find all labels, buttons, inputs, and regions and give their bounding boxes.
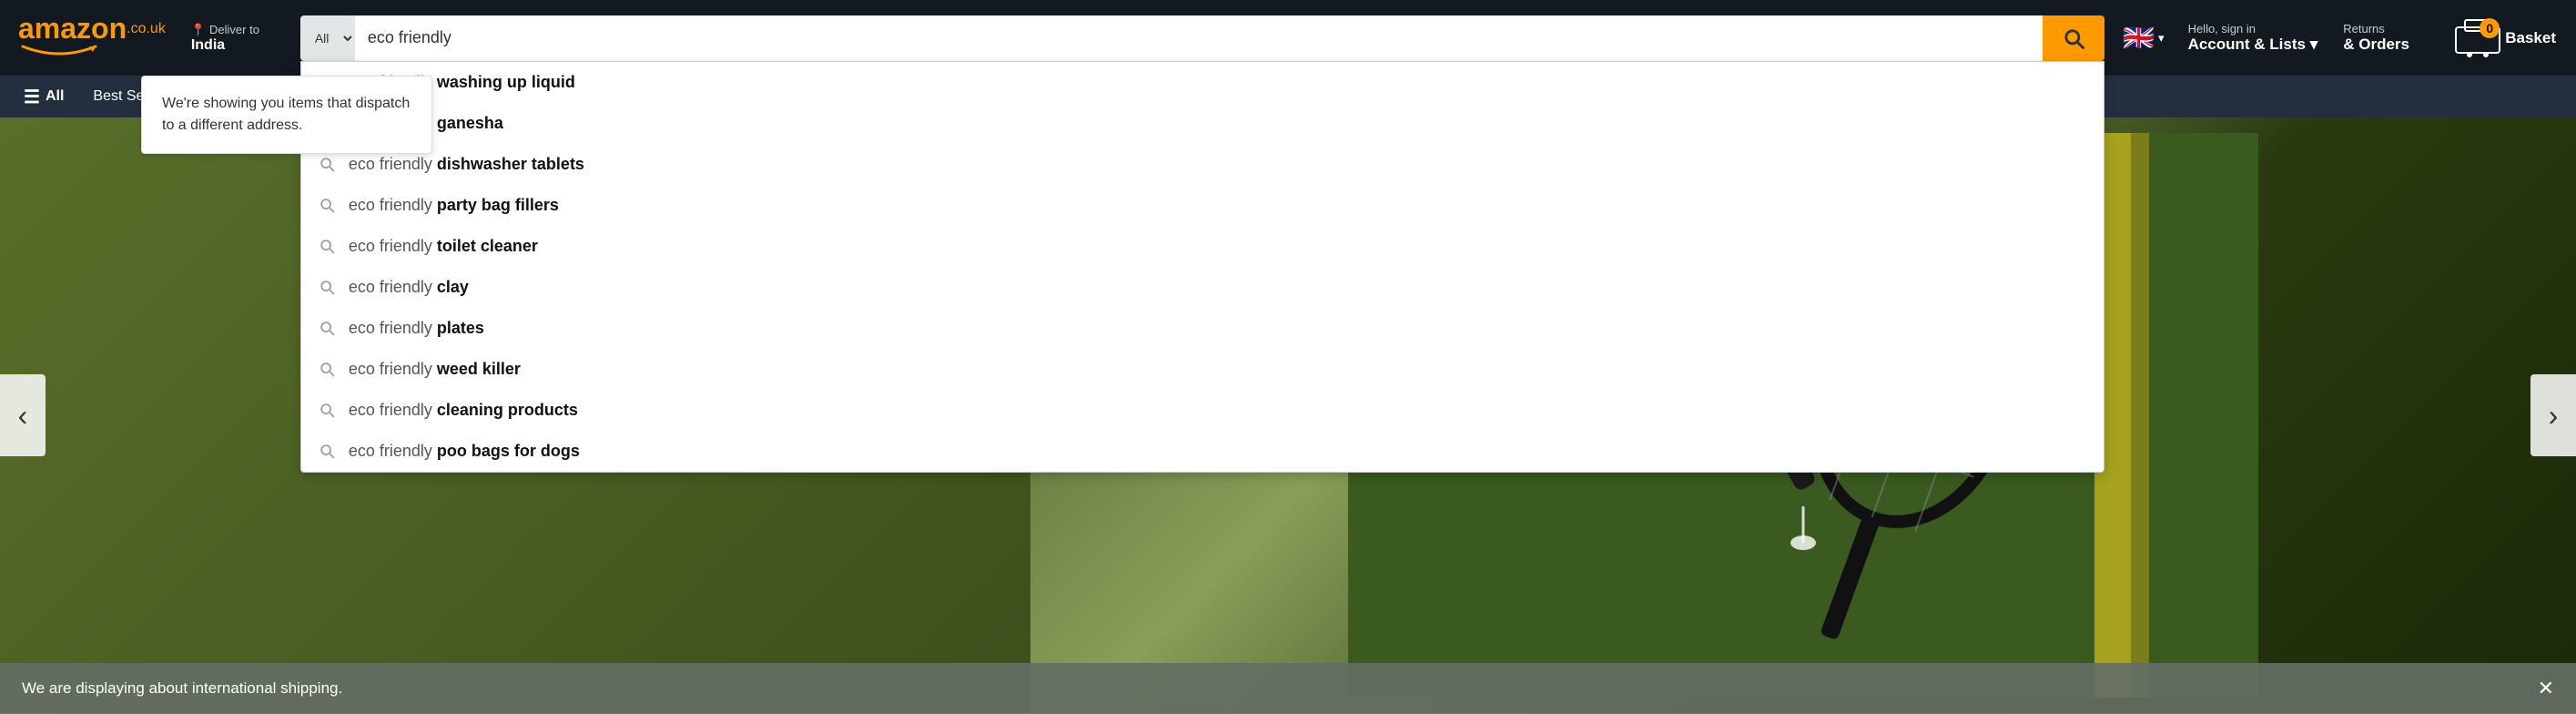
search-suggestion-icon (318, 278, 336, 296)
search-suggestion-icon (318, 237, 336, 255)
flag-chevron-icon: ▾ (2158, 31, 2165, 46)
autocomplete-suffix: weed killer (437, 360, 521, 378)
autocomplete-item[interactable]: eco friendly dishwasher tablets (301, 144, 2104, 185)
autocomplete-item[interactable]: eco friendly clay (301, 267, 2104, 308)
header-right: 🇬🇧 ▾ Hello, sign in Account & Lists ▾ Re… (2114, 9, 2565, 67)
account-top: Hello, sign in (2188, 22, 2318, 36)
nav-all-label: All (46, 88, 64, 105)
flag-selector[interactable]: 🇬🇧 ▾ (2114, 17, 2173, 58)
search-suggestion-icon (318, 442, 336, 460)
autocomplete-item[interactable]: eco friendly toilet cleaner (301, 226, 2104, 267)
autocomplete-prefix: eco friendly (349, 155, 437, 173)
autocomplete-dropdown: eco friendly washing up liquideco friend… (300, 61, 2104, 473)
tooltip-text: We're showing you items that dispatch to… (162, 96, 410, 133)
cart-count: 0 (2480, 18, 2500, 38)
search-button[interactable] (2043, 15, 2104, 61)
search-bar: All eco friendly washing up liquideco fr… (300, 15, 2104, 61)
autocomplete-item[interactable]: eco friendly washing up liquid (301, 62, 2104, 103)
account-bottom: Account & Lists ▾ (2188, 36, 2318, 54)
cart-label: Basket (2505, 29, 2556, 47)
returns-top: Returns (2343, 22, 2430, 36)
autocomplete-suffix: plates (437, 319, 484, 337)
deliver-to[interactable]: 📍 Deliver to India (182, 17, 291, 59)
autocomplete-prefix: eco friendly (349, 319, 437, 337)
returns-bottom: & Orders (2343, 36, 2430, 54)
search-suggestion-icon (318, 196, 336, 214)
autocomplete-suffix: poo bags for dogs (437, 442, 580, 460)
hamburger-icon: ☰ (24, 86, 40, 108)
autocomplete-prefix: eco friendly (349, 442, 437, 460)
search-input[interactable] (355, 15, 2043, 61)
bottom-bar-left: We are displaying about international sh… (22, 679, 342, 698)
autocomplete-prefix: eco friendly (349, 196, 437, 214)
logo-smile-icon (18, 43, 100, 57)
autocomplete-item[interactable]: eco friendly poo bags for dogs (301, 431, 2104, 472)
autocomplete-item[interactable]: eco friendly ganesha (301, 103, 2104, 144)
autocomplete-suffix: ganesha (437, 114, 503, 132)
logo-tld: .co.uk (127, 21, 166, 37)
search-category-select[interactable]: All (300, 15, 355, 61)
autocomplete-prefix: eco friendly (349, 278, 437, 296)
search-suggestion-icon (318, 319, 336, 337)
prev-slide-button[interactable]: ‹ (0, 374, 46, 456)
autocomplete-suffix: washing up liquid (437, 73, 575, 91)
autocomplete-item[interactable]: eco friendly plates (301, 308, 2104, 349)
autocomplete-suffix: clay (437, 278, 469, 296)
logo-text: amazon (18, 14, 127, 43)
right-arrow-icon: › (2549, 399, 2559, 433)
uk-flag-icon: 🇬🇧 (2123, 23, 2155, 53)
search-suggestion-icon (318, 401, 336, 419)
bottom-bar-close-button[interactable]: ✕ (2538, 677, 2554, 700)
left-arrow-icon: ‹ (18, 399, 28, 433)
bottom-bar-left-text: We are displaying (22, 679, 145, 697)
returns-link[interactable]: Returns & Orders (2332, 16, 2441, 59)
account-link[interactable]: Hello, sign in Account & Lists ▾ (2177, 16, 2329, 59)
autocomplete-item[interactable]: eco friendly cleaning products (301, 390, 2104, 431)
amazon-logo[interactable]: amazon .co.uk (11, 8, 173, 67)
autocomplete-suffix: dishwasher tablets (437, 155, 584, 173)
deliver-country: India (191, 37, 282, 54)
autocomplete-prefix: eco friendly (349, 401, 437, 419)
autocomplete-suffix: toilet cleaner (437, 237, 538, 255)
autocomplete-suffix: party bag fillers (437, 196, 559, 214)
next-slide-button[interactable]: › (2530, 374, 2576, 456)
location-tooltip: We're showing you items that dispatch to… (141, 76, 432, 154)
search-icon (2061, 26, 2086, 51)
search-suggestion-icon (318, 360, 336, 378)
search-suggestion-icon (318, 155, 336, 173)
header: amazon .co.uk 📍 Deliver to India All (0, 0, 2576, 76)
autocomplete-prefix: eco friendly (349, 360, 437, 378)
nav-all[interactable]: ☰ All (11, 76, 76, 117)
autocomplete-item[interactable]: eco friendly party bag fillers (301, 185, 2104, 226)
bottom-bar-right-text: about international shipping. (149, 679, 343, 697)
location-icon: 📍 (191, 23, 206, 37)
autocomplete-suffix: cleaning products (437, 401, 578, 419)
deliver-label: 📍 Deliver to (191, 23, 282, 37)
bottom-notification-bar: We are displaying about international sh… (0, 663, 2576, 714)
autocomplete-prefix: eco friendly (349, 237, 437, 255)
autocomplete-item[interactable]: eco friendly weed killer (301, 349, 2104, 390)
cart-link[interactable]: 0 Basket (2445, 9, 2565, 67)
